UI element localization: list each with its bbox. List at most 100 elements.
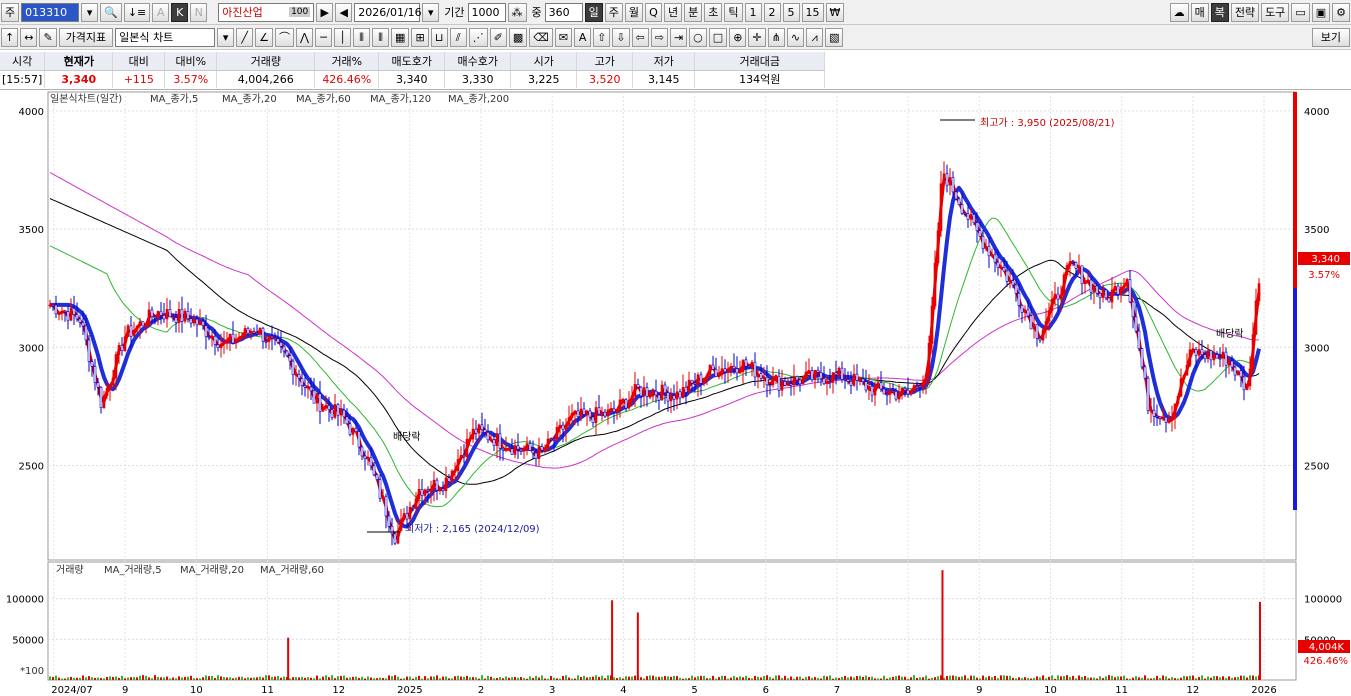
angle-tool-icon[interactable]: ∠	[255, 27, 274, 47]
color-tool-icon[interactable]: ▩	[508, 27, 528, 47]
candle-body	[60, 311, 64, 314]
text-tool-icon[interactable]: A	[574, 27, 592, 47]
search-icon[interactable]: 🔍	[100, 2, 122, 22]
candle-body	[318, 393, 322, 412]
grid-tool-icon[interactable]: ⊞	[411, 27, 429, 47]
candle-body	[393, 533, 397, 544]
volume-bar	[61, 678, 63, 680]
tools-button[interactable]: 도구	[1261, 2, 1290, 22]
note-tool-icon[interactable]: ✉	[554, 27, 573, 47]
square-icon[interactable]: □	[708, 27, 728, 47]
quote-header: 대비%	[164, 52, 218, 71]
candle-body	[579, 408, 583, 417]
indicator-button[interactable]: 가격지표	[58, 27, 114, 47]
cycle-tool-icon[interactable]: ⦀	[353, 27, 371, 47]
move-right-icon[interactable]: ⇨	[650, 27, 668, 47]
candle-body	[804, 371, 808, 378]
chart-type-dropdown-icon[interactable]: ▾	[217, 27, 235, 47]
expand-icon[interactable]: ↔	[20, 27, 38, 47]
arc-tool-icon[interactable]: ⌒	[275, 27, 295, 47]
move-left-icon[interactable]: ⇦	[631, 27, 649, 47]
n-icon[interactable]: N	[190, 2, 208, 22]
candle-body	[1095, 285, 1099, 294]
prev-stock-icon[interactable]: ◀	[335, 2, 353, 22]
pen-tool-icon[interactable]: ✐	[489, 27, 507, 47]
code-dropdown-icon[interactable]: ▾	[81, 2, 99, 22]
last-icon[interactable]: ⇥	[669, 27, 688, 47]
folder-icon[interactable]: ▭	[1291, 2, 1310, 22]
interval-week-button[interactable]: 주	[604, 2, 623, 22]
zoom-tool-icon[interactable]: ⊕	[729, 27, 747, 47]
hline-tool-icon[interactable]: ─	[315, 27, 333, 47]
volume-bar	[73, 677, 75, 680]
table-tool-icon[interactable]: ▦	[391, 27, 410, 47]
period-input[interactable]: 1000	[467, 2, 506, 22]
edit-icon[interactable]: ✎	[39, 27, 57, 47]
stock-name-field[interactable]: 아진산업 100	[218, 2, 315, 22]
pattern-icon[interactable]: ⩘	[806, 27, 824, 47]
chart-type-select[interactable]: 일본식 차트	[115, 27, 216, 47]
candle-body	[321, 407, 325, 412]
candle-body	[1206, 350, 1210, 360]
a-icon[interactable]: A	[152, 2, 170, 22]
up-arrow-icon[interactable]: ↑	[1, 27, 19, 47]
volume-bar	[367, 676, 369, 680]
line-tool-icon[interactable]: ╱	[236, 27, 254, 47]
interval-2-button[interactable]: 2	[763, 2, 781, 22]
vline-tool-icon[interactable]: │	[334, 27, 352, 47]
circle-icon[interactable]: ○	[689, 27, 707, 47]
fan-tool-icon[interactable]: ⋀	[296, 27, 314, 47]
magnet-icon[interactable]: ⋔	[767, 27, 785, 47]
zoom-input[interactable]: 360	[544, 2, 583, 22]
view-button[interactable]: 보기	[1311, 27, 1350, 47]
interval-1-button[interactable]: 1	[744, 2, 762, 22]
parallel-tool-icon[interactable]: ⋰	[468, 27, 488, 47]
grid-icon[interactable]: ⁂	[507, 2, 527, 22]
move-up-icon[interactable]: ⇧	[593, 27, 611, 47]
volume-bar	[64, 678, 66, 680]
k-icon[interactable]: K	[171, 2, 189, 22]
candle-body	[681, 387, 685, 399]
interval-5-button[interactable]: 5	[782, 2, 800, 22]
interval-tick-button[interactable]: 틱	[724, 2, 743, 22]
save-icon[interactable]: ▣	[1311, 2, 1331, 22]
move-down-icon[interactable]: ⇩	[612, 27, 630, 47]
strategy-button[interactable]: 전략	[1230, 2, 1260, 22]
interval-quarter-button[interactable]: Q	[645, 2, 663, 22]
candle-body	[1101, 289, 1105, 298]
candle-body	[561, 424, 565, 430]
date-dropdown-icon[interactable]: ▾	[422, 2, 440, 22]
volume-bar	[355, 676, 357, 680]
stock-code-input[interactable]: 013310	[21, 2, 80, 22]
wave-icon[interactable]: ∿	[786, 27, 805, 47]
volume-bar	[1135, 676, 1137, 680]
volume-bar	[1228, 676, 1230, 680]
interval-second-button[interactable]: 초	[704, 2, 723, 22]
settings-icon[interactable]: ⚙	[1332, 2, 1350, 22]
next-stock-icon[interactable]: ▶	[316, 2, 334, 22]
market-selector[interactable]: 주	[1, 2, 20, 22]
time-tick-label: 3	[549, 685, 555, 696]
currency-button[interactable]: ₩	[825, 2, 845, 22]
channel-tool-icon[interactable]: ⫽	[449, 27, 467, 47]
image-icon[interactable]: ▧	[825, 27, 844, 47]
fibo-tool-icon[interactable]: ⫴	[372, 27, 390, 47]
volume-bar	[928, 678, 930, 680]
date-input[interactable]: 2026/01/16	[354, 2, 422, 22]
buy-sell-button[interactable]: 매	[1190, 2, 1209, 22]
interval-minute-button[interactable]: 분	[684, 2, 703, 22]
eraser-tool-icon[interactable]: ⌫	[529, 27, 553, 47]
volume-bar	[433, 676, 435, 680]
crosshair-icon[interactable]: ✛	[748, 27, 766, 47]
candle-body	[468, 438, 472, 441]
candle-body	[153, 316, 157, 319]
interval-year-button[interactable]: 년	[664, 2, 683, 22]
interval-day-button[interactable]: 일	[584, 2, 603, 22]
period-tool-icon[interactable]: ⊔	[430, 27, 448, 47]
interval-month-button[interactable]: 월	[624, 2, 644, 22]
interval-15-button[interactable]: 15	[801, 2, 824, 22]
sort-icon[interactable]: ↓≡	[123, 2, 151, 22]
restore-button[interactable]: 복	[1210, 2, 1229, 22]
cloud-icon[interactable]: ☁	[1169, 2, 1189, 22]
stock-chart[interactable]: 4000 4000 3500 3500 3000 3000 2500 2500 100000 10…	[0, 90, 1351, 696]
